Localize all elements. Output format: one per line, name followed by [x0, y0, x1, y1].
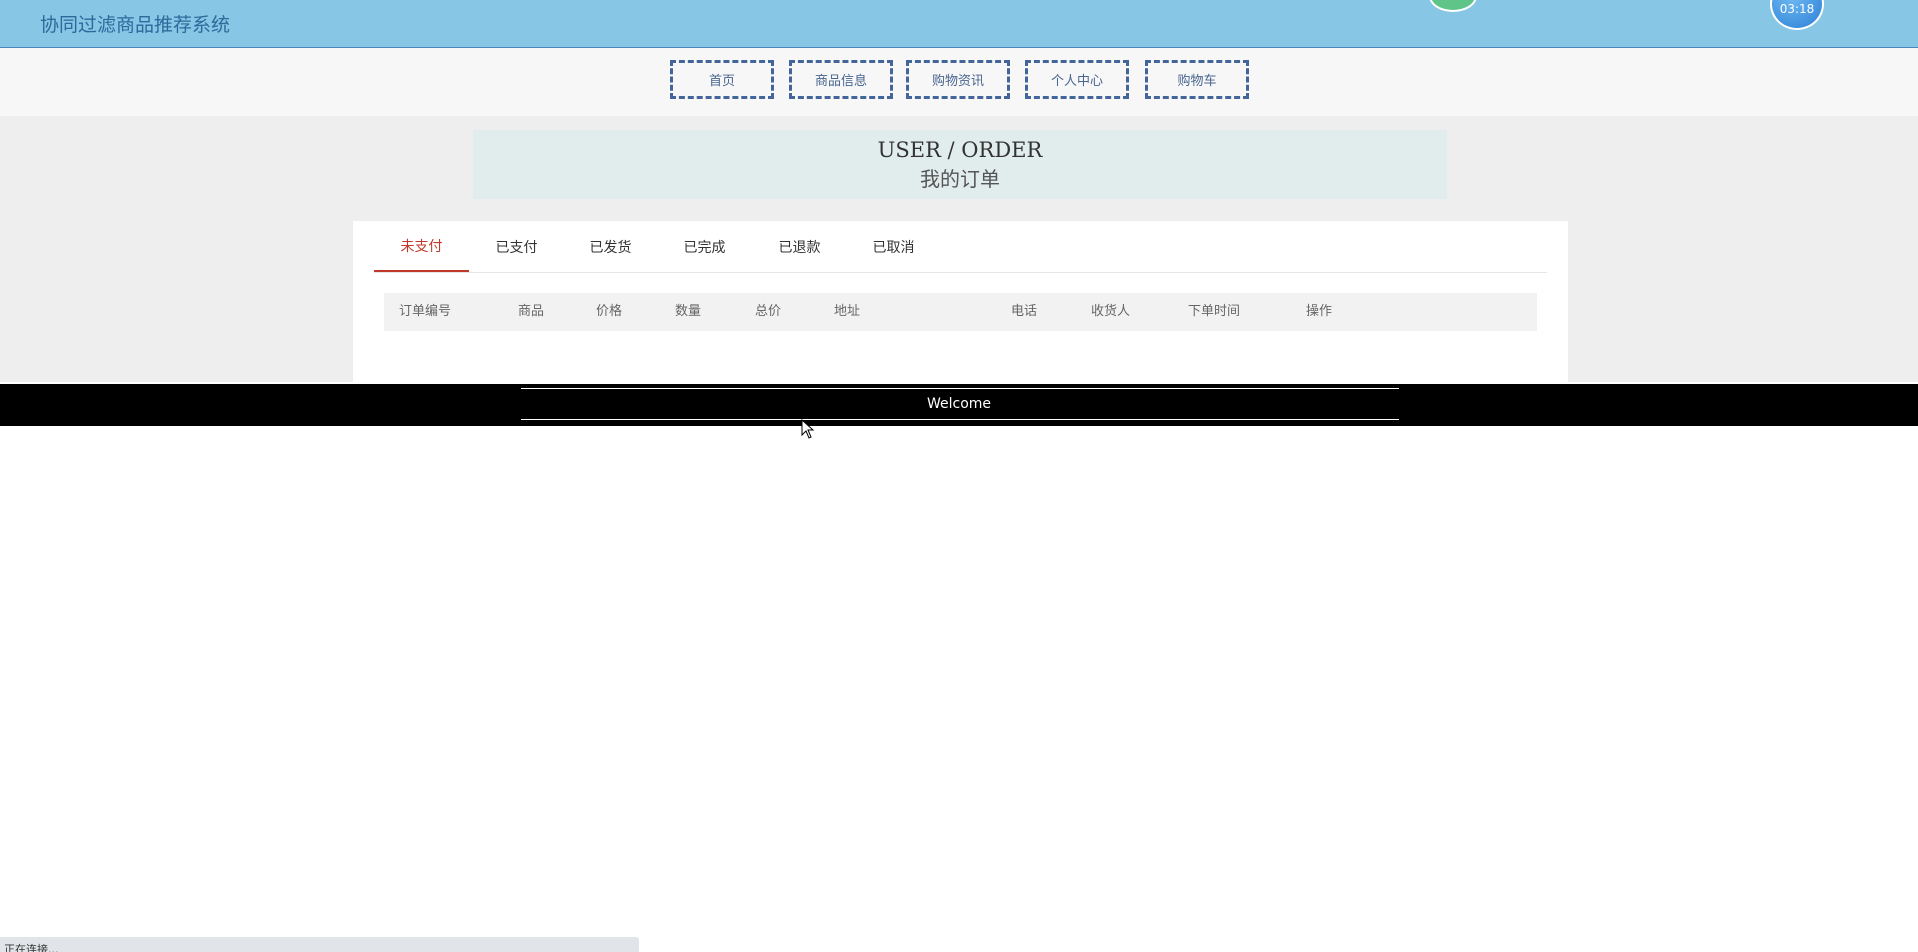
column-header-phone: 电话 [1011, 304, 1038, 319]
footer-divider-top [521, 388, 1399, 389]
nav-products[interactable]: 商品信息 [789, 60, 893, 99]
footer-divider-bottom [521, 419, 1399, 420]
page-title-box: USER / ORDER 我的订单 [473, 130, 1447, 199]
browser-status-bar: 正在连接... [0, 937, 639, 952]
column-header-price: 价格 [596, 304, 623, 319]
site-title: 协同过滤商品推荐系统 [40, 14, 231, 36]
order-panel: 未支付 已支付 已发货 已完成 已退款 已取消 订单编号 商品 价格 数量 总价… [353, 221, 1568, 382]
tab-unpaid[interactable]: 未支付 [374, 221, 469, 272]
column-header-order-time: 下单时间 [1188, 304, 1241, 319]
tab-completed[interactable]: 已完成 [657, 221, 752, 272]
page-title-zh: 我的订单 [920, 167, 1000, 191]
page-title-en: USER / ORDER [877, 138, 1043, 162]
tab-shipped[interactable]: 已发货 [563, 221, 658, 272]
tab-cancelled[interactable]: 已取消 [846, 221, 941, 272]
order-status-tabs: 未支付 已支付 已发货 已完成 已退款 已取消 [374, 221, 1547, 273]
footer-welcome: Welcome [926, 396, 992, 412]
footer: Welcome [0, 384, 1918, 426]
status-text: 正在连接... [4, 943, 59, 952]
nav-profile[interactable]: 个人中心 [1025, 60, 1129, 99]
tab-refunded[interactable]: 已退款 [752, 221, 847, 272]
column-header-total: 总价 [755, 304, 782, 319]
top-header: 协同过滤商品推荐系统 03:18 [0, 0, 1918, 48]
decorative-bubble-icon [1429, 0, 1477, 12]
order-table-header: 订单编号 商品 价格 数量 总价 地址 电话 收货人 下单时间 操作 [384, 293, 1537, 331]
column-header-actions: 操作 [1306, 304, 1333, 319]
mouse-cursor-icon [801, 419, 815, 439]
column-header-order-id: 订单编号 [399, 304, 452, 319]
column-header-quantity: 数量 [675, 304, 702, 319]
tab-paid[interactable]: 已支付 [469, 221, 564, 272]
column-header-recipient: 收货人 [1091, 304, 1131, 319]
column-header-product: 商品 [518, 304, 545, 319]
nav-home[interactable]: 首页 [670, 60, 774, 99]
nav-cart[interactable]: 购物车 [1145, 60, 1249, 99]
clock-widget: 03:18 [1770, 0, 1824, 30]
nav-news[interactable]: 购物资讯 [906, 60, 1010, 99]
main-nav: 首页 商品信息 购物资讯 个人中心 购物车 [0, 48, 1918, 116]
column-header-address: 地址 [834, 304, 861, 319]
clock-time: 03:18 [1779, 2, 1815, 16]
